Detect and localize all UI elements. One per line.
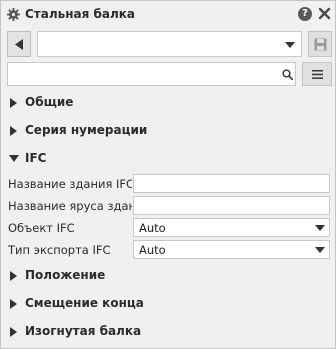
search-input-box [7, 62, 296, 86]
gear-icon [7, 8, 20, 21]
preset-toolbar [1, 31, 335, 59]
ifc-object-value: Auto [139, 221, 166, 235]
section-ifc[interactable]: IFC [1, 148, 335, 170]
chevron-right-icon [10, 299, 17, 309]
search-icon[interactable] [282, 69, 293, 80]
help-icon[interactable]: ? [298, 7, 312, 21]
section-numbering-label: Серия нумерации [25, 123, 148, 137]
prop-row-building-name: Название здания IFC [1, 173, 335, 195]
section-ifc-label: IFC [25, 151, 47, 165]
building-name-label: Название здания IFC [8, 177, 132, 191]
title-bar: Стальная балка ? [1, 1, 335, 28]
prop-row-ifc-object: Объект IFC Auto [1, 217, 335, 239]
panel-title: Стальная балка [25, 7, 136, 21]
section-position-label: Положение [25, 268, 106, 282]
ifc-object-select[interactable]: Auto [133, 218, 330, 237]
section-curved-beam-label: Изогнутая балка [25, 324, 142, 338]
menu-button[interactable] [302, 62, 332, 86]
chevron-down-icon [315, 225, 325, 231]
storey-name-label: Название яруса здания [8, 199, 132, 213]
storey-name-field-box [133, 196, 330, 215]
close-icon[interactable] [317, 6, 332, 21]
chevron-down-icon [9, 155, 19, 162]
menu-icon [312, 70, 323, 79]
export-type-label: Тип экспорта IFC [8, 243, 111, 257]
section-general-label: Общие [25, 95, 74, 109]
save-button[interactable] [308, 31, 332, 57]
section-general[interactable]: Общие [1, 92, 335, 114]
prop-row-export-type: Тип экспорта IFC Auto [1, 239, 335, 261]
chevron-right-icon [10, 271, 17, 281]
export-type-select[interactable]: Auto [133, 240, 330, 259]
chevron-right-icon [10, 126, 17, 136]
building-name-field[interactable] [137, 176, 325, 191]
export-type-value: Auto [139, 243, 166, 257]
search-input[interactable] [11, 66, 266, 82]
section-position[interactable]: Положение [1, 265, 335, 287]
storey-name-field[interactable] [137, 198, 325, 213]
chevron-right-icon [10, 327, 17, 337]
section-end-offset[interactable]: Смещение конца [1, 293, 335, 315]
prop-row-storey-name: Название яруса здания [1, 195, 335, 217]
section-curved-beam[interactable]: Изогнутая балка [1, 321, 335, 343]
properties-panel: Стальная балка ? Общие Серия нумерации I… [0, 0, 336, 349]
section-end-offset-label: Смещение конца [25, 296, 144, 310]
section-numbering[interactable]: Серия нумерации [1, 120, 335, 142]
chevron-down-icon [315, 247, 325, 253]
back-button[interactable] [7, 31, 31, 57]
save-icon [314, 38, 327, 51]
ifc-object-label: Объект IFC [8, 221, 75, 235]
building-name-field-box [133, 174, 330, 193]
chevron-down-icon [285, 42, 295, 48]
chevron-right-icon [10, 98, 17, 108]
back-arrow-icon [15, 39, 23, 50]
preset-dropdown[interactable] [37, 31, 302, 57]
search-row [1, 62, 335, 88]
